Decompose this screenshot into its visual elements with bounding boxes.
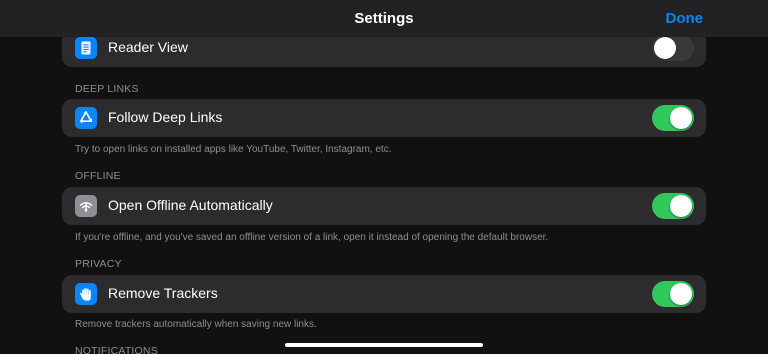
- open-offline-row[interactable]: Open Offline Automatically: [62, 187, 706, 225]
- notifications-section-header: NOTIFICATIONS: [75, 345, 158, 354]
- recycle-icon: [75, 107, 97, 129]
- open-offline-toggle[interactable]: [652, 193, 694, 219]
- toggle-knob: [670, 283, 692, 305]
- remove-trackers-row[interactable]: Remove Trackers: [62, 275, 706, 313]
- settings-screen: Settings Done Reader View DEEP LINKS Fol…: [0, 0, 768, 354]
- document-icon: [75, 37, 97, 59]
- remove-trackers-label: Remove Trackers: [108, 285, 218, 301]
- reader-view-toggle[interactable]: [652, 35, 694, 61]
- offline-footnote: If you're offline, and you've saved an o…: [75, 232, 549, 243]
- privacy-footnote: Remove trackers automatically when savin…: [75, 319, 317, 330]
- reader-view-label: Reader View: [108, 39, 188, 55]
- hand-icon: [75, 283, 97, 305]
- toggle-knob: [670, 195, 692, 217]
- page-title: Settings: [354, 10, 414, 27]
- deep-links-section-header: DEEP LINKS: [75, 83, 139, 95]
- toggle-knob: [654, 37, 676, 59]
- home-indicator: [285, 343, 483, 347]
- deep-links-footnote: Try to open links on installed apps like…: [75, 144, 392, 155]
- remove-trackers-toggle[interactable]: [652, 281, 694, 307]
- navigation-bar: Settings Done: [0, 0, 768, 37]
- offline-section-header: OFFLINE: [75, 170, 121, 182]
- toggle-knob: [670, 107, 692, 129]
- follow-deep-links-toggle[interactable]: [652, 105, 694, 131]
- follow-deep-links-label: Follow Deep Links: [108, 109, 223, 125]
- done-button[interactable]: Done: [666, 10, 704, 27]
- privacy-section-header: PRIVACY: [75, 258, 122, 270]
- open-offline-label: Open Offline Automatically: [108, 197, 273, 213]
- follow-deep-links-row[interactable]: Follow Deep Links: [62, 99, 706, 137]
- wifi-off-icon: [75, 195, 97, 217]
